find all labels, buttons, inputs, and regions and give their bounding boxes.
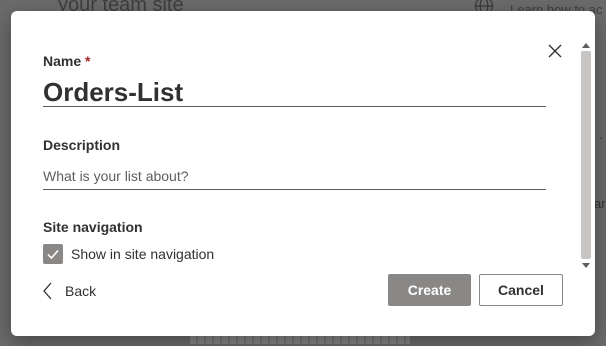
- back-label: Back: [65, 283, 97, 299]
- scroll-up-arrow[interactable]: [582, 43, 590, 48]
- scroll-down-arrow[interactable]: [582, 263, 590, 268]
- create-button[interactable]: Create: [388, 274, 471, 306]
- description-field[interactable]: [43, 165, 545, 187]
- description-label: Description: [43, 137, 121, 153]
- close-icon[interactable]: [545, 41, 565, 61]
- name-label-text: Name: [43, 53, 82, 69]
- chevron-left-icon: [43, 282, 52, 300]
- back-button[interactable]: Back: [43, 281, 96, 301]
- dialog-scrollbar[interactable]: [578, 41, 594, 271]
- scroll-thumb[interactable]: [581, 51, 591, 259]
- checkmark-icon: [47, 249, 59, 260]
- cancel-button[interactable]: Cancel: [479, 274, 563, 306]
- show-in-navigation-checkbox[interactable]: [43, 244, 63, 264]
- background-fragment: ·: [599, 130, 604, 145]
- required-marker: *: [85, 53, 91, 69]
- description-field-underline: [43, 189, 546, 190]
- name-field[interactable]: Orders-List: [43, 77, 183, 108]
- site-navigation-label: Site navigation: [43, 219, 143, 235]
- create-list-dialog: Name * Orders-List Description Site navi…: [11, 11, 595, 336]
- name-label: Name *: [43, 53, 90, 69]
- name-field-underline: [43, 106, 546, 107]
- show-in-navigation-label: Show in site navigation: [71, 246, 215, 262]
- background-fragment: ar: [594, 196, 606, 211]
